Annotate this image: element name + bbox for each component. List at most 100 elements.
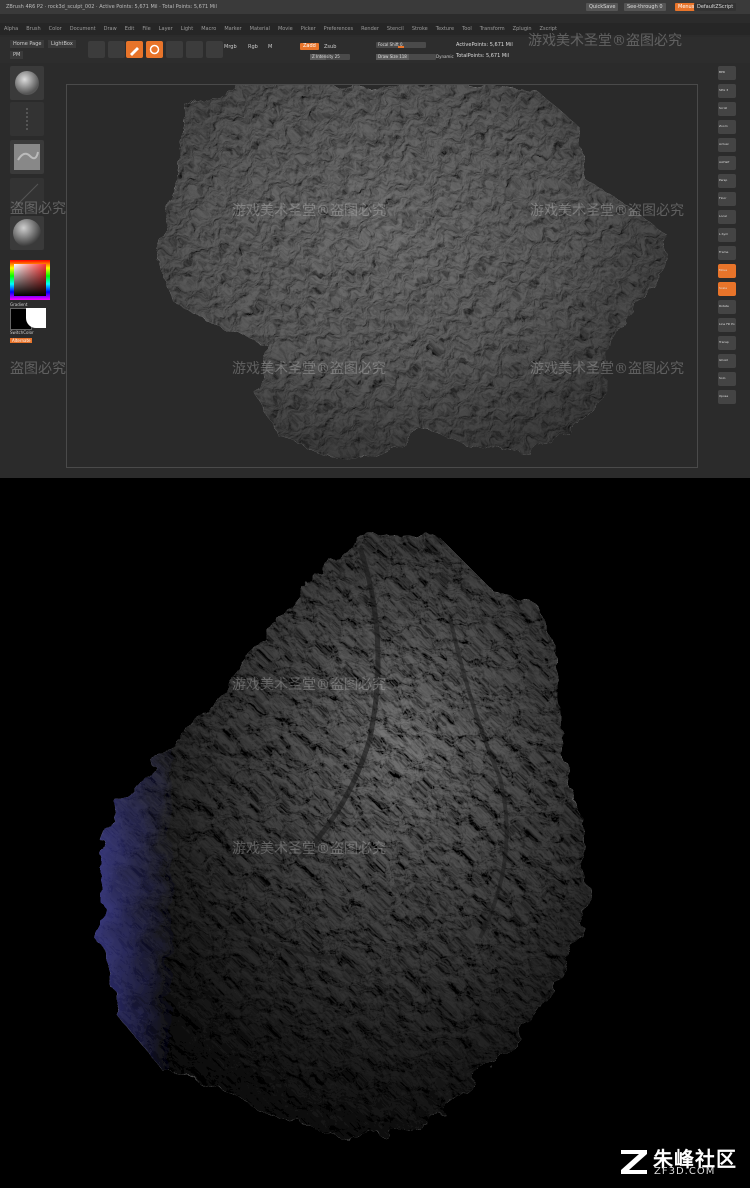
zf3d-logo-icon: [621, 1150, 647, 1174]
right-tray-button[interactable]: Scroll: [718, 102, 736, 116]
menu-item[interactable]: Alpha: [4, 26, 18, 32]
menu-item[interactable]: Light: [181, 26, 193, 32]
menu-item[interactable]: Preferences: [324, 26, 353, 32]
seethrough-slider[interactable]: See-through 0: [624, 3, 666, 11]
alpha-icon: [14, 144, 40, 170]
switch-color-swatches[interactable]: [10, 308, 46, 330]
zbrush-window: ZBrush 4R6 P2 · rock3d_sculpt_002 · Acti…: [0, 0, 750, 478]
rgb-button[interactable]: Rgb: [248, 44, 258, 50]
right-tray-button-label: BPR: [719, 70, 725, 74]
right-tray-button[interactable]: BPR: [718, 66, 736, 80]
watermark-right: 游戏美术圣堂®盗图必究: [530, 203, 684, 219]
right-tray-button[interactable]: L.Sym: [718, 228, 736, 242]
menu-item[interactable]: Transform: [480, 26, 505, 32]
watermark-left: 盗图必究: [10, 201, 66, 217]
right-tray-button[interactable]: Local: [718, 210, 736, 224]
edit-icon: [130, 47, 139, 56]
right-tray-button[interactable]: Rotate: [718, 300, 736, 314]
menu-item[interactable]: Tool: [462, 26, 472, 32]
menu-item[interactable]: Layer: [159, 26, 173, 32]
right-tray-button[interactable]: AAHalf: [718, 156, 736, 170]
alternate-button[interactable]: Alternate: [10, 338, 33, 343]
rotate-button[interactable]: [186, 41, 203, 58]
dynamic-button[interactable]: Dynamic: [436, 54, 454, 59]
mrgb-button[interactable]: Mrgb: [224, 44, 237, 50]
right-tray-button[interactable]: Scale: [718, 282, 736, 296]
focal-shift-knob[interactable]: [398, 46, 404, 48]
menu-item[interactable]: Stroke: [412, 26, 428, 32]
quicksave-button[interactable]: QuickSave: [586, 3, 619, 11]
script-button[interactable]: DefaultZScript: [694, 3, 737, 11]
focal-shift-slider[interactable]: Focal Shift 0: [376, 42, 426, 48]
menu-item[interactable]: Render: [361, 26, 379, 32]
menu-item[interactable]: Material: [250, 26, 270, 32]
right-tray-button-label: Ghost: [719, 358, 728, 362]
draw-size-label: Draw Size 118: [378, 54, 407, 59]
color-picker[interactable]: [10, 260, 50, 300]
material-selector[interactable]: [10, 216, 44, 250]
right-tray-button[interactable]: Floor: [718, 192, 736, 206]
stroke-selector[interactable]: [10, 102, 44, 136]
right-tray-button-label: Solo: [719, 376, 726, 380]
right-tray-button-label: AAHalf: [719, 160, 730, 164]
home-page-button[interactable]: Home Page: [10, 40, 45, 48]
right-tray-button[interactable]: Move: [718, 264, 736, 278]
right-tray-button[interactable]: Xpose: [718, 390, 736, 404]
brush-selector[interactable]: [10, 66, 44, 100]
menu-item[interactable]: Texture: [436, 26, 454, 32]
lightbox-button[interactable]: LightBox: [48, 40, 76, 48]
transform-button[interactable]: [206, 41, 223, 58]
menu-item[interactable]: File: [142, 26, 150, 32]
menu-item[interactable]: Picker: [301, 26, 316, 32]
right-tray-button[interactable]: Solo: [718, 372, 736, 386]
window-title: ZBrush 4R6 P2 · rock3d_sculpt_002 · Acti…: [6, 4, 217, 10]
switch-color-label[interactable]: SwitchColor: [10, 330, 34, 335]
right-tray-button-label: Actual: [719, 142, 729, 146]
right-tray-button-label: Floor: [719, 196, 727, 200]
stroke-icon: [26, 108, 28, 130]
menu-item[interactable]: Stencil: [387, 26, 404, 32]
right-tray-button[interactable]: Transp: [718, 336, 736, 350]
right-tray-button[interactable]: Persp: [718, 174, 736, 188]
active-points-readout: ActivePoints: 5,671 Mil: [456, 42, 513, 48]
watermark-center: 游戏美术圣堂®盗图必究: [232, 203, 386, 219]
z-intensity-slider[interactable]: Z Intensity 25: [310, 54, 350, 60]
right-tray-button[interactable]: Ghost: [718, 354, 736, 368]
right-tray-button-label: Xpose: [719, 394, 729, 398]
draw-button[interactable]: [108, 41, 125, 58]
right-tray-button[interactable]: Line Fill PolyF: [718, 318, 736, 332]
right-tray-button-label: Rotate: [719, 304, 729, 308]
draw-mode-button[interactable]: [146, 41, 163, 58]
alpha-selector[interactable]: [10, 140, 44, 174]
menu-item[interactable]: Movie: [278, 26, 293, 32]
zsub-button[interactable]: Zsub: [324, 44, 336, 50]
scale-button[interactable]: [166, 41, 183, 58]
menu-item[interactable]: Draw: [104, 26, 117, 32]
viewport-canvas[interactable]: [66, 84, 698, 468]
right-tray-button-label: Persp: [719, 178, 728, 182]
menu-item[interactable]: Macro: [201, 26, 216, 32]
zadd-button[interactable]: Zadd: [300, 43, 319, 50]
right-tray-button[interactable]: SPix 3: [718, 84, 736, 98]
m-button[interactable]: M: [268, 44, 272, 50]
right-tray-button[interactable]: Actual: [718, 138, 736, 152]
draw-size-slider[interactable]: Draw Size 118: [376, 54, 436, 60]
menu-item[interactable]: Brush: [26, 26, 40, 32]
right-tray-button-label: Line Fill PolyF: [719, 322, 735, 326]
right-tray-button-label: Zoom: [719, 124, 728, 128]
menu-item[interactable]: Color: [49, 26, 62, 32]
projection-master-button[interactable]: PM: [10, 51, 24, 59]
menu-item[interactable]: Marker: [224, 26, 241, 32]
right-tray-button[interactable]: Zoom: [718, 120, 736, 134]
move-button[interactable]: [126, 41, 143, 58]
right-tray: BPR SPix 3 Scroll Zoom Actual AAHalf Persp Floo…: [716, 64, 740, 464]
gradient-label[interactable]: Gradient: [10, 302, 27, 307]
menu-item[interactable]: Edit: [125, 26, 135, 32]
right-tray-button-label: Scale: [719, 286, 728, 290]
watermark-right-low: 游戏美术圣堂®盗图必究: [530, 361, 684, 377]
right-tray-button[interactable]: Frame: [718, 246, 736, 260]
edit-button[interactable]: [88, 41, 105, 58]
secondary-color-swatch[interactable]: [26, 308, 46, 328]
right-tray-button-label: Transp: [719, 340, 729, 344]
menu-item[interactable]: Document: [70, 26, 96, 32]
